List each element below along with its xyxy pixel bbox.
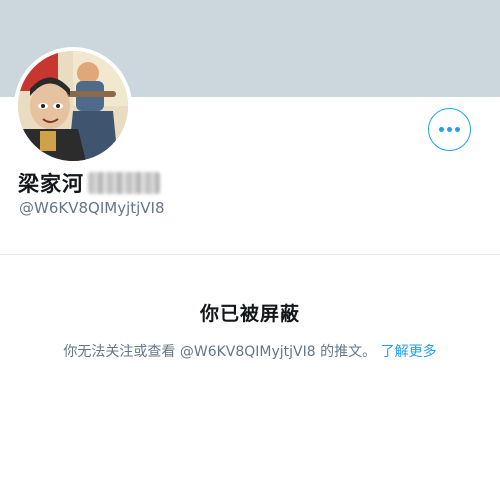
display-name: 梁家河 [18, 172, 84, 196]
redacted-name-blur [88, 172, 160, 194]
more-horizontal-icon [439, 127, 460, 132]
avatar-image [18, 51, 128, 161]
avatar[interactable] [14, 47, 132, 165]
blocked-description-text: 你无法关注或查看 @W6KV8QIMyjtjVI8 的推文。 [63, 344, 377, 360]
more-options-button[interactable] [428, 108, 471, 151]
blocked-title: 你已被屏蔽 [199, 303, 300, 325]
profile-name-row: 梁家河 [18, 168, 160, 198]
learn-more-link[interactable]: 了解更多 [381, 344, 437, 360]
divider [0, 254, 500, 255]
profile-handle: @W6KV8QIMyjtjVI8 [19, 199, 165, 217]
blocked-description: 你无法关注或查看 @W6KV8QIMyjtjVI8 的推文。 了解更多 [0, 341, 500, 361]
